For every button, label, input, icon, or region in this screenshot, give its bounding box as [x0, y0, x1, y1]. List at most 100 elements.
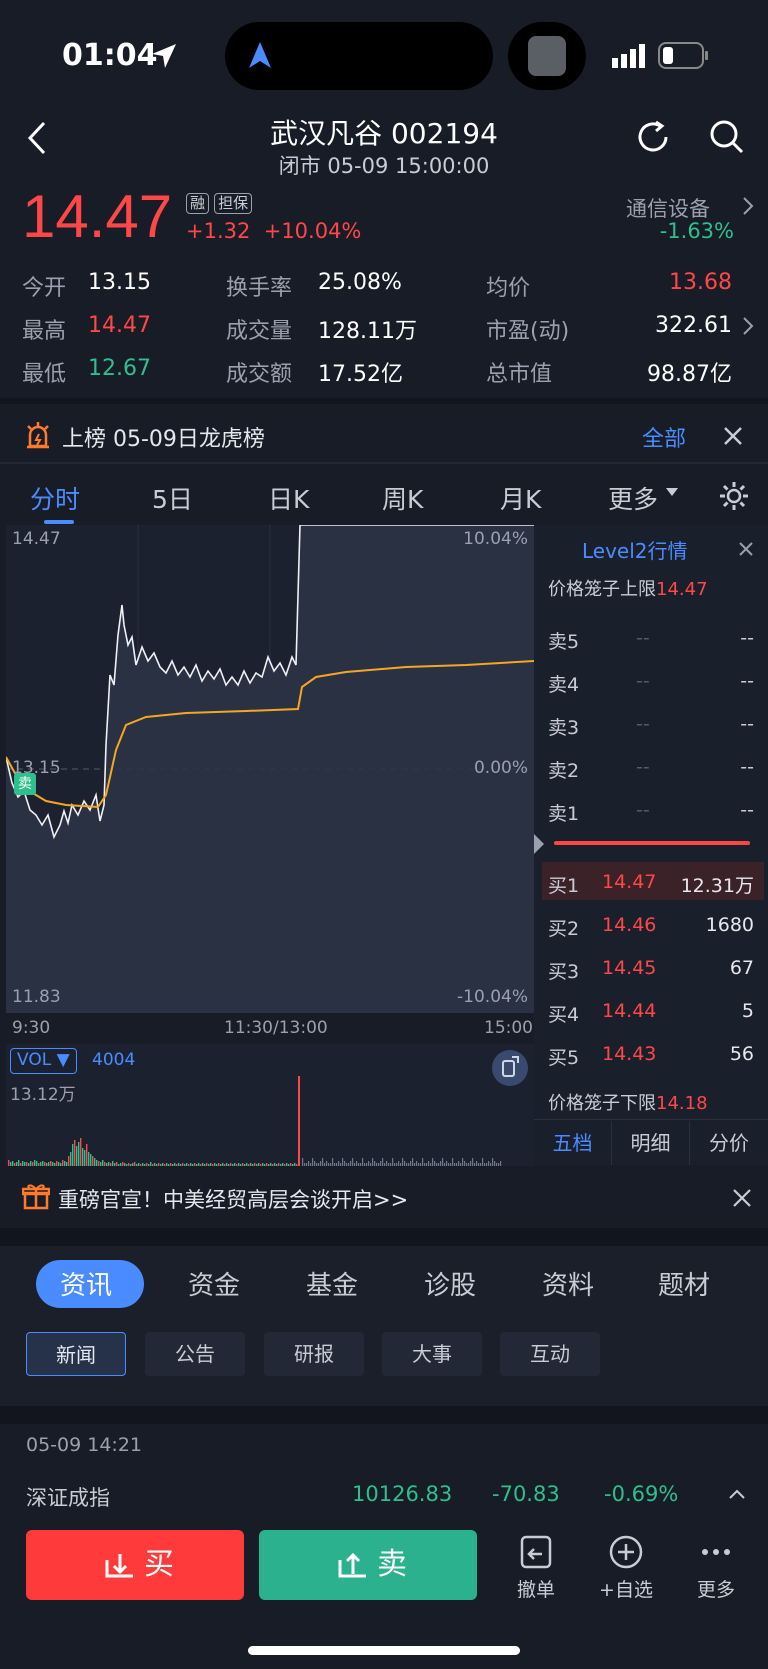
volume-bar — [262, 1163, 264, 1166]
volume-bar — [414, 1163, 416, 1166]
tab-4[interactable]: 月K — [500, 480, 541, 516]
level2-tab-0[interactable]: 五档 — [534, 1121, 612, 1165]
section-tab-5[interactable]: 题材 — [658, 1265, 710, 1302]
dragon-tiger-banner[interactable]: 上榜 05-09日龙虎榜 — [62, 421, 265, 453]
volume-bar — [238, 1163, 240, 1166]
refresh-icon[interactable] — [634, 118, 672, 156]
section-tab-3[interactable]: 诊股 — [424, 1265, 476, 1302]
bid-row[interactable]: 买3 14.45 67 — [534, 947, 768, 989]
volume-bar — [372, 1158, 374, 1166]
volume-max: 13.12万 — [10, 1085, 76, 1105]
search-icon[interactable] — [708, 118, 746, 156]
tab-3[interactable]: 周K — [382, 480, 423, 516]
volume-bar — [378, 1163, 380, 1166]
close-banner-icon[interactable] — [722, 425, 744, 447]
intraday-chart[interactable]: 14.47 13.15 11.83 10.04% 0.00% -10.04% 卖 — [6, 525, 534, 1013]
bid-row[interactable]: 买2 14.46 1680 — [534, 904, 768, 946]
bid-row[interactable]: 买5 14.43 56 — [534, 1033, 768, 1075]
bid-row[interactable]: 买4 14.44 5 — [534, 990, 768, 1032]
volume-bar — [98, 1161, 100, 1166]
collapse-panel-icon[interactable] — [534, 834, 546, 854]
volume-bar — [86, 1144, 88, 1166]
volume-bar — [432, 1158, 434, 1166]
volume-bar — [142, 1163, 144, 1166]
volume-bar — [426, 1163, 428, 1166]
tab-2[interactable]: 日K — [268, 480, 309, 516]
news-tab-2[interactable]: 研报 — [264, 1332, 364, 1376]
tab-1[interactable]: 5日 — [152, 480, 193, 516]
stat-label: 总市值 — [486, 362, 553, 387]
volume-bar — [130, 1164, 132, 1166]
stat-value: 98.87亿 — [647, 362, 732, 387]
volume-bar — [256, 1164, 258, 1166]
ask-volume: -- — [740, 670, 754, 692]
volume-bar — [54, 1163, 56, 1166]
tab-5[interactable]: 更多 — [608, 480, 658, 516]
volume-bar — [176, 1164, 178, 1166]
volume-bar — [116, 1162, 118, 1166]
level2-title: Level2行情 — [582, 539, 688, 563]
volume-bar — [34, 1160, 36, 1166]
index-pct: -0.69% — [604, 1482, 679, 1506]
volume-bar — [24, 1162, 26, 1166]
volume-bar — [150, 1162, 152, 1166]
sell-button[interactable]: 卖 — [259, 1530, 477, 1600]
pe-chevron-icon[interactable] — [742, 316, 754, 336]
tab-0[interactable]: 分时 — [30, 480, 80, 516]
volume-bar — [22, 1161, 24, 1166]
volume-bar — [326, 1161, 328, 1166]
chevron-up-icon[interactable] — [728, 1488, 746, 1500]
level2-tab-1[interactable]: 明细 — [612, 1121, 690, 1165]
chevron-right-icon[interactable] — [742, 196, 754, 216]
volume-bar — [374, 1161, 376, 1166]
level2-tab-2[interactable]: 分价 — [690, 1121, 768, 1165]
bid-label: 买5 — [548, 1047, 580, 1069]
section-tab-0[interactable]: 资讯 — [60, 1265, 112, 1302]
sell-marker[interactable]: 卖 — [14, 773, 36, 795]
bid-row[interactable]: 买1 14.47 12.31万 — [534, 861, 768, 903]
cancel-order-button[interactable]: 撤单 — [496, 1530, 576, 1602]
section-tab-4[interactable]: 资料 — [542, 1265, 594, 1302]
volume-bar — [8, 1160, 10, 1166]
banner-all-link[interactable]: 全部 — [642, 421, 686, 453]
volume-bar — [50, 1161, 52, 1166]
volume-bar — [468, 1163, 470, 1166]
volume-bar — [392, 1158, 394, 1166]
news-tab-1[interactable]: 公告 — [145, 1332, 245, 1376]
volume-bar — [70, 1152, 72, 1166]
close-level2-icon[interactable] — [738, 541, 754, 557]
volume-bar — [140, 1164, 142, 1166]
volume-bar — [204, 1164, 206, 1166]
volume-bar — [182, 1163, 184, 1166]
volume-bar — [162, 1163, 164, 1166]
rotate-fullscreen-button[interactable] — [492, 1050, 528, 1086]
news-tab-3[interactable]: 大事 — [382, 1332, 482, 1376]
more-button[interactable]: 更多 — [676, 1530, 756, 1602]
notice-text[interactable]: 重磅官宣！中美经贸高层会谈开启>> — [58, 1184, 408, 1214]
stat-label: 均价 — [486, 276, 531, 301]
volume-bar — [226, 1163, 228, 1166]
volume-bar — [146, 1163, 148, 1166]
ask-row: 卖5 -- -- — [534, 617, 768, 659]
buy-button[interactable]: 买 — [26, 1530, 244, 1600]
settings-gear-icon[interactable] — [718, 480, 750, 512]
more-dropdown-icon[interactable] — [666, 488, 678, 498]
section-tab-2[interactable]: 基金 — [306, 1265, 358, 1302]
news-tab-4[interactable]: 互动 — [500, 1332, 600, 1376]
ask-price: -- — [636, 799, 650, 821]
volume-bar — [234, 1163, 236, 1166]
index-name: 深证成指 — [26, 1486, 110, 1510]
volume-bar — [52, 1162, 54, 1166]
stat-label: 最低 — [22, 362, 67, 387]
volume-indicator-select[interactable]: VOL ▼ — [10, 1048, 77, 1074]
volume-bar — [366, 1163, 368, 1166]
volume-bar — [72, 1144, 74, 1166]
volume-bar — [244, 1164, 246, 1166]
volume-bar — [352, 1158, 354, 1166]
add-watchlist-button[interactable]: +自选 — [586, 1530, 666, 1602]
volume-bar — [134, 1162, 136, 1166]
section-tab-1[interactable]: 资金 — [188, 1265, 240, 1302]
ask-label: 卖1 — [548, 803, 580, 825]
close-notice-icon[interactable] — [732, 1188, 752, 1208]
news-tab-0[interactable]: 新闻 — [26, 1332, 126, 1376]
